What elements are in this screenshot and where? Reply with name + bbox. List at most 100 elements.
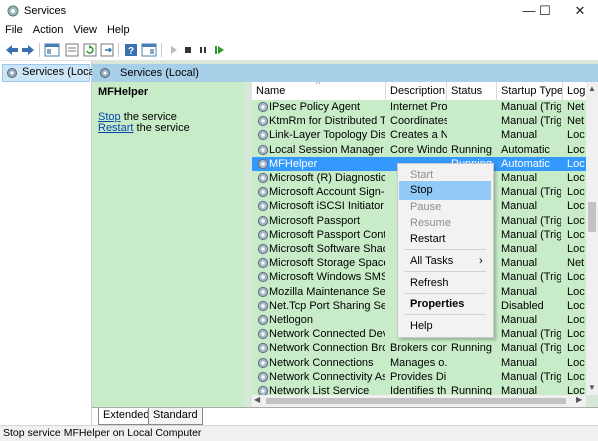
table-row[interactable]: Network List Service Identifies th... Runn…: [252, 384, 586, 395]
cell-description: Coordinates...: [390, 115, 447, 128]
menu-item-restart[interactable]: Restart: [399, 230, 491, 249]
view-tabs: Extended Standard: [92, 407, 598, 426]
table-row[interactable]: Network Connection Broker Brokers con... R…: [252, 341, 586, 355]
menu-item-label: Help: [410, 320, 433, 332]
gear-icon: [257, 187, 269, 198]
vertical-scrollbar[interactable]: ▲ ▼: [586, 82, 598, 395]
cell-name: Microsoft iSCSI Initiator Ser...: [269, 200, 385, 213]
cell-startup: Manual (Trig...: [501, 271, 561, 284]
cell-startup: Manual (Trig...: [501, 228, 561, 241]
pause-icon[interactable]: [195, 42, 211, 58]
tab-standard[interactable]: Standard: [148, 408, 203, 425]
close-button[interactable]: ✕: [562, 0, 598, 22]
cell-startup: Manual: [501, 172, 538, 184]
scroll-left-icon[interactable]: ◀: [254, 395, 260, 404]
column-header-status[interactable]: Status: [447, 82, 497, 100]
menu-item-properties[interactable]: Properties: [399, 295, 491, 314]
menu-view[interactable]: View: [68, 22, 102, 36]
cell-startup: Manual (Trig...: [501, 370, 561, 383]
cell-name: Microsoft Account Sign-in ...: [269, 186, 385, 199]
gear-icon: [257, 201, 269, 212]
cell-name: IPsec Policy Agent: [269, 101, 361, 113]
table-row[interactable]: IPsec Policy Agent Internet Pro... Manual …: [252, 100, 586, 114]
cell-logon: Loc: [567, 385, 585, 395]
tree-node-services-local[interactable]: Services (Local): [2, 64, 101, 82]
refresh-icon[interactable]: [82, 42, 98, 58]
table-row[interactable]: KtmRm for Distributed Tran... Coordinates…: [252, 114, 586, 128]
cell-logon: Loc: [567, 370, 585, 383]
menu-action[interactable]: Action: [28, 22, 69, 36]
gear-icon: [257, 343, 269, 354]
gear-icon: [257, 300, 269, 311]
cell-logon: Loc: [567, 157, 585, 170]
back-arrow-icon[interactable]: [4, 42, 20, 58]
submenu-arrow-icon: ›: [479, 255, 483, 267]
forward-arrow-icon[interactable]: [20, 42, 36, 58]
gear-icon: [257, 172, 269, 184]
console-tree: Services (Local): [0, 61, 101, 425]
gear-icon: [257, 258, 269, 269]
gear-icon: [257, 314, 269, 326]
cell-startup: Manual: [501, 385, 538, 395]
cell-logon: Loc: [567, 328, 585, 341]
table-row[interactable]: Link-Layer Topology Discov... Creates a N…: [252, 128, 586, 142]
cell-logon: Loc: [567, 129, 585, 142]
cell-startup: Automatic: [501, 143, 550, 156]
scroll-down-icon[interactable]: ▼: [588, 383, 596, 392]
menu-help[interactable]: Help: [102, 22, 135, 36]
menu-item-all-tasks[interactable]: All Tasks ›: [399, 252, 491, 271]
column-header-logon[interactable]: Log: [563, 82, 586, 100]
export-list-icon[interactable]: [99, 42, 115, 58]
show-hide-console-tree-icon[interactable]: [44, 42, 60, 58]
cell-logon: Loc: [567, 172, 585, 184]
menu-item-help[interactable]: Help: [399, 317, 491, 336]
status-bar: Stop service MFHelper on Local Computer: [0, 425, 598, 441]
tab-extended[interactable]: Extended: [98, 408, 155, 425]
help-icon[interactable]: ?: [123, 42, 139, 58]
menu-item-refresh[interactable]: Refresh: [399, 274, 491, 293]
horizontal-scroll-thumb[interactable]: [266, 398, 566, 404]
maximize-button[interactable]: ☐: [530, 0, 560, 22]
cell-name: Link-Layer Topology Discov...: [269, 129, 385, 142]
cell-logon: Loc: [567, 228, 585, 241]
gear-icon: [7, 5, 19, 17]
restart-icon[interactable]: [211, 42, 227, 58]
restart-service-link[interactable]: Restart: [98, 122, 133, 134]
table-row[interactable]: Local Session Manager Core Windo... Runnin…: [252, 143, 586, 157]
cell-name: Netlogon: [269, 314, 314, 326]
gear-icon: [7, 68, 17, 78]
column-header-description[interactable]: Description: [386, 82, 447, 100]
cell-description: Creates a N...: [390, 129, 447, 142]
horizontal-scrollbar[interactable]: ◀ ▶: [252, 395, 586, 407]
table-row[interactable]: Network Connections Manages o... Manual Loc: [252, 356, 586, 370]
cell-name: MFHelper: [269, 157, 318, 170]
show-hide-action-pane-icon[interactable]: [141, 42, 157, 58]
cell-logon: Loc: [567, 271, 585, 284]
gear-icon: [257, 116, 269, 127]
cell-logon: Loc: [567, 143, 585, 156]
table-row[interactable]: Network Connectivity Assis... Provides Di…: [252, 370, 586, 384]
menu-item-label: Restart: [410, 233, 446, 245]
scroll-right-icon[interactable]: ▶: [576, 395, 582, 404]
sort-arrow-icon: ^: [316, 82, 321, 89]
status-text: Stop service MFHelper on Local Computer: [3, 427, 202, 439]
column-header-name[interactable]: Name ^: [252, 82, 386, 100]
cell-name: Microsoft Passport Container: [269, 228, 385, 241]
stop-icon[interactable]: [180, 42, 196, 58]
gear-icon: [257, 243, 269, 255]
cell-logon: Loc: [567, 243, 585, 255]
vertical-scroll-thumb[interactable]: [588, 202, 596, 232]
column-header-startup-type[interactable]: Startup Type: [497, 82, 563, 100]
menu-file[interactable]: File: [0, 22, 28, 36]
cell-startup: Manual (Trig...: [501, 214, 561, 227]
gear-icon: [257, 101, 269, 113]
gear-icon: [257, 385, 269, 395]
cell-logon: Net: [567, 257, 585, 270]
scroll-up-icon[interactable]: ▲: [588, 84, 596, 93]
properties-icon[interactable]: [64, 42, 80, 58]
cell-startup: Manual: [501, 314, 538, 326]
cell-startup: Manual: [501, 285, 538, 298]
menu-bar: File Action View Help: [0, 22, 598, 40]
cell-description: Brokers con...: [390, 342, 447, 355]
cell-startup: Manual (Trig...: [501, 342, 561, 355]
